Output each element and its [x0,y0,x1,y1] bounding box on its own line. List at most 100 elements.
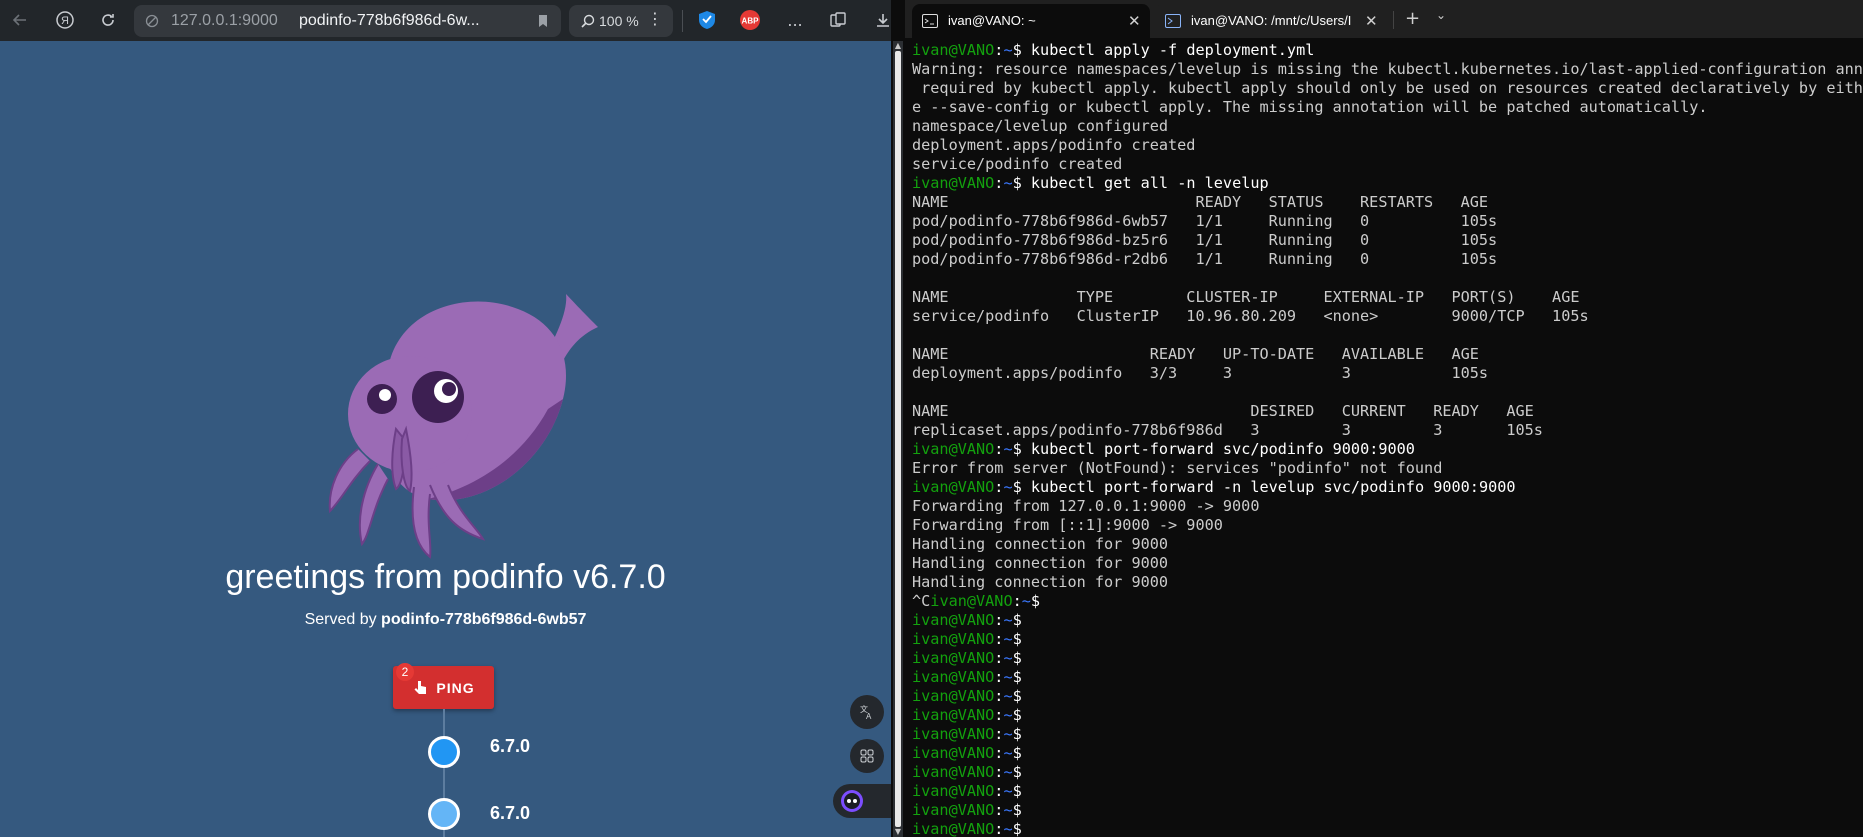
more-icon[interactable]: ⋮ [647,9,663,28]
svg-text:A: A [866,712,872,721]
close-tab-icon[interactable]: ✕ [1365,12,1378,30]
terminal-tab-bar: ivan@VANO: ~ ✕ ivan@VANO: /mnt/c/Users/I… [905,0,1863,38]
terminal-command-line: ivan@VANO:~$ [912,611,1863,630]
prompt-path: ~ [1003,611,1013,629]
prompt-path: ~ [1003,630,1013,648]
address-host: 127.0.0.1:9000 [171,12,278,29]
prompt-path: ~ [1003,820,1013,837]
apps-icon[interactable] [850,739,884,773]
prompt-path: ~ [1003,174,1013,192]
address-bar[interactable]: 127.0.0.1:9000 podinfo-778b6f986d-6w... [134,5,561,37]
prompt-symbol: $ [1012,801,1031,819]
site-info-icon[interactable] [142,11,162,31]
prompt-symbol: $ [1030,592,1050,610]
terminal-output-line: pod/podinfo-778b6f986d-6wb57 1/1 Running… [912,212,1498,230]
back-icon[interactable] [8,8,32,32]
timeline-dot [428,736,460,768]
prompt-symbol: $ [1012,706,1031,724]
terminal-output-line: pod/podinfo-778b6f986d-r2db6 1/1 Running… [912,250,1498,268]
prompt-path: ~ [1003,763,1013,781]
address-page-title: podinfo-778b6f986d-6w... [299,12,480,29]
terminal-tab-title: ivan@VANO: /mnt/c/Users/Ivan [1191,13,1351,28]
chevron-down-icon[interactable]: ⌄ [1436,8,1446,22]
terminal-output[interactable]: ivan@VANO:~$ kubectl apply -f deployment… [912,41,1863,837]
terminal-command-line: ivan@VANO:~$ [912,801,1863,820]
terminal-output-line: Error from server (NotFound): services "… [912,459,1443,477]
terminal-output-line: deployment.apps/podinfo 3/3 3 3 105s [912,364,1489,382]
prompt-symbol: $ [1012,763,1031,781]
shield-extension-icon[interactable] [695,8,719,32]
command-text: kubectl port-forward -n levelup svc/podi… [1030,478,1516,496]
powershell-tab-icon [1165,14,1181,28]
translate-icon[interactable]: 文A [850,695,884,729]
adblock-label: ABP [742,17,760,26]
terminal-output-line: NAME DESIRED CURRENT READY AGE [912,402,1534,420]
command-text: kubectl port-forward svc/podinfo 9000:90… [1030,440,1415,458]
ping-count-badge: 2 [396,663,414,681]
overflow-icon[interactable]: ... [783,8,807,32]
terminal-command-line: ivan@VANO:~$ [912,630,1863,649]
bookmark-icon[interactable] [533,11,553,31]
terminal-command-line: ivan@VANO:~$ [912,706,1863,725]
podinfo-mascot [328,294,598,559]
scroll-up-icon[interactable]: ▲ [894,42,902,50]
tab-divider [1393,11,1394,29]
close-tab-icon[interactable]: ✕ [1128,12,1141,30]
prompt-symbol: $ [1012,725,1031,743]
scrollbar-thumb[interactable] [895,51,901,827]
prompt-user: ivan@VANO [912,41,995,59]
prompt-path: ~ [1003,801,1013,819]
overflow-label: ... [787,10,803,30]
terminal-command-line: ivan@VANO:~$ [912,763,1863,782]
terminal-tab[interactable]: ivan@VANO: /mnt/c/Users/Ivan ✕ [1155,4,1387,38]
prompt-user: ivan@VANO [912,440,995,458]
prompt-user: ivan@VANO [912,801,995,819]
browser-scrollbar[interactable]: ▲ ▼ [893,41,903,837]
command-text: kubectl apply -f deployment.yml [1030,41,1315,59]
zoom-icon [579,12,597,30]
terminal-output-line: required by kubectl apply. kubectl apply… [912,79,1863,97]
zoom-control[interactable]: 100 % ⋮ [569,5,673,37]
prompt-symbol: $ [1012,611,1031,629]
command-text: kubectl get all -n levelup [1030,174,1269,192]
served-by-prefix: Served by [304,611,382,628]
terminal-command-line: ivan@VANO:~$ [912,820,1863,837]
terminal-output-line: Forwarding from 127.0.0.1:9000 -> 9000 [912,497,1260,515]
prompt-path: ~ [1021,592,1031,610]
zoom-level: 100 % [599,13,639,29]
terminal-window: ivan@VANO: ~ ✕ ivan@VANO: /mnt/c/Users/I… [905,0,1863,837]
prompt-path: ~ [1003,687,1013,705]
collections-icon[interactable] [826,8,850,32]
browser-window: Я 127.0.0.1:9000 podinfo-778b6f986d-6w..… [0,0,891,837]
terminal-output-line: deployment.apps/podinfo created [912,136,1196,154]
terminal-command-line: ivan@VANO:~$ [912,668,1863,687]
prompt-symbol: $ [1012,440,1031,458]
assistant-button[interactable] [833,784,891,818]
page-viewport: greetings from podinfo v6.7.0 Served by … [0,41,891,837]
prompt-user: ivan@VANO [912,706,995,724]
reload-icon[interactable] [96,8,120,32]
prompt-user: ivan@VANO [912,782,995,800]
terminal-command-line: ivan@VANO:~$ [912,687,1863,706]
prompt-path: ~ [1003,478,1013,496]
prompt-user: ivan@VANO [912,820,995,837]
new-tab-button[interactable]: + [1405,8,1420,29]
download-icon[interactable] [871,8,891,32]
yandex-icon[interactable]: Я [53,8,77,32]
prompt-user: ivan@VANO [912,725,995,743]
interrupt-marker: ^C [912,592,931,610]
scroll-down-icon[interactable]: ▼ [894,828,902,836]
terminal-tab-active[interactable]: ivan@VANO: ~ ✕ [912,4,1150,38]
prompt-symbol: $ [1012,630,1031,648]
terminal-command-line: ivan@VANO:~$ [912,744,1863,763]
prompt-symbol: $ [1012,782,1031,800]
prompt-path: ~ [1003,782,1013,800]
adblock-extension-icon[interactable]: ABP [738,8,762,32]
terminal-output-line: pod/podinfo-778b6f986d-bz5r6 1/1 Running… [912,231,1498,249]
assistant-icon [841,790,863,812]
terminal-command-line: ivan@VANO:~$ kubectl port-forward -n lev… [912,478,1863,497]
prompt-symbol: $ [1012,668,1031,686]
terminal-output-line: NAME READY STATUS RESTARTS AGE [912,193,1489,211]
